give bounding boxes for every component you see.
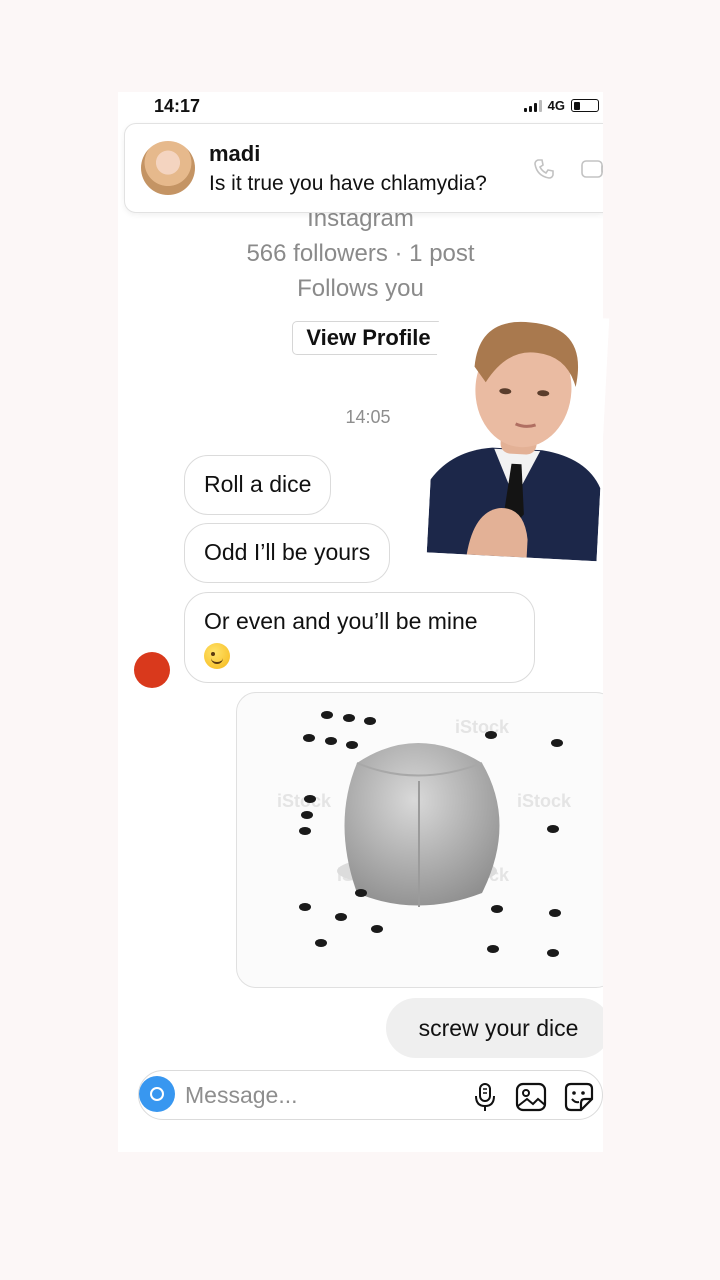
camera-button[interactable]	[139, 1076, 175, 1112]
outgoing-message[interactable]: screw your dice	[386, 998, 603, 1058]
video-icon	[581, 160, 603, 178]
person-photo-overlay	[426, 309, 610, 562]
phone-icon	[534, 159, 554, 179]
incoming-message[interactable]: Roll a dice	[184, 455, 332, 515]
gallery-icon[interactable]	[515, 1081, 547, 1113]
signal-icon	[523, 99, 542, 112]
notification-message: Is it true you have chlamydia?	[209, 172, 487, 195]
notification-sender: madi	[209, 141, 261, 166]
incoming-message[interactable]: Odd I’ll be yours	[184, 523, 391, 583]
chat-screen: 14:17 4G Instagram 566 followers · 1 pos…	[118, 92, 603, 1152]
incoming-message[interactable]: Or even and you’ll be mine	[184, 592, 535, 684]
battery-icon	[571, 99, 599, 112]
sticker-icon[interactable]	[563, 1081, 595, 1113]
winking-face-icon	[204, 642, 230, 669]
notification-banner[interactable]: madi Is it true you have chlamydia?	[124, 123, 603, 213]
status-indicators: 4G	[523, 98, 599, 113]
profile-stats: 566 followers · 1 post	[246, 240, 475, 267]
incoming-message-text: Or even and you’ll be mine	[204, 608, 478, 634]
view-profile-button[interactable]: View Profile	[292, 321, 445, 355]
message-input[interactable]	[185, 1079, 455, 1111]
dice-illustration	[299, 711, 563, 957]
camera-icon	[150, 1087, 164, 1101]
profile-relation: Follows you	[297, 275, 424, 302]
network-label: 4G	[547, 98, 565, 113]
avatar	[141, 141, 195, 195]
call-icons	[533, 158, 603, 180]
microphone-icon[interactable]	[469, 1081, 501, 1113]
sender-avatar[interactable]	[134, 652, 170, 688]
status-time: 14:17	[154, 96, 201, 116]
message-composer	[138, 1070, 603, 1120]
shared-dice-image[interactable]: iStock iStock iStock iStock iStock	[236, 692, 603, 988]
